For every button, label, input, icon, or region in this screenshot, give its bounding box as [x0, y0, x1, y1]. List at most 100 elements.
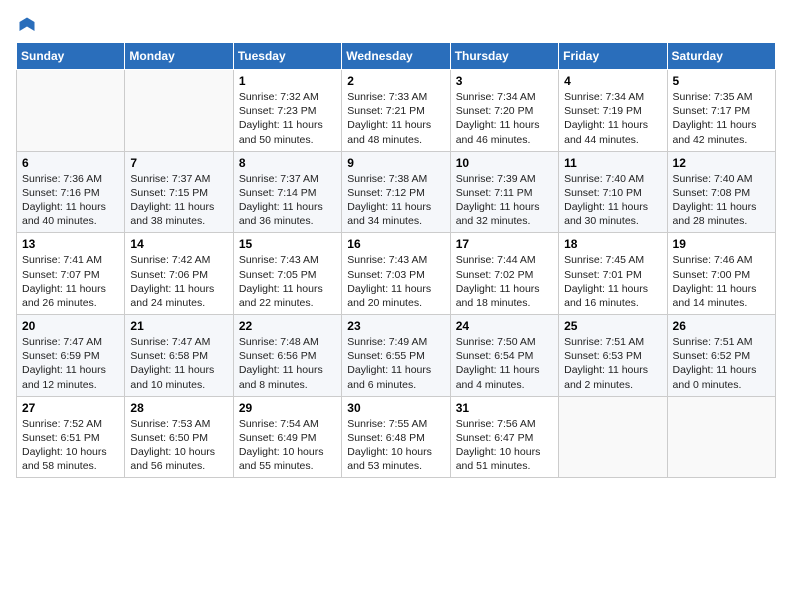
calendar-cell: 6 Sunrise: 7:36 AMSunset: 7:16 PMDaylight…	[17, 151, 125, 233]
day-info: Sunrise: 7:36 AMSunset: 7:16 PMDaylight:…	[22, 172, 119, 229]
day-number: 8	[239, 156, 336, 170]
calendar-header: SundayMondayTuesdayWednesdayThursdayFrid…	[17, 43, 776, 70]
day-number: 10	[456, 156, 553, 170]
day-info: Sunrise: 7:43 AMSunset: 7:05 PMDaylight:…	[239, 253, 336, 310]
day-info: Sunrise: 7:34 AMSunset: 7:19 PMDaylight:…	[564, 90, 661, 147]
day-number: 20	[22, 319, 119, 333]
week-row-2: 6 Sunrise: 7:36 AMSunset: 7:16 PMDaylight…	[17, 151, 776, 233]
calendar-cell: 24 Sunrise: 7:50 AMSunset: 6:54 PMDayligh…	[450, 315, 558, 397]
day-number: 5	[673, 74, 770, 88]
day-info: Sunrise: 7:44 AMSunset: 7:02 PMDaylight:…	[456, 253, 553, 310]
day-info: Sunrise: 7:45 AMSunset: 7:01 PMDaylight:…	[564, 253, 661, 310]
day-info: Sunrise: 7:46 AMSunset: 7:00 PMDaylight:…	[673, 253, 770, 310]
calendar-cell: 9Sunrise: 7:38 AMSunset: 7:12 PMDaylight…	[342, 151, 450, 233]
header-day-monday: Monday	[125, 43, 233, 70]
day-number: 22	[239, 319, 336, 333]
week-row-1: 1 Sunrise: 7:32 AMSunset: 7:23 PMDaylight…	[17, 70, 776, 152]
day-info: Sunrise: 7:56 AMSunset: 6:47 PMDaylight:…	[456, 417, 553, 474]
day-number: 29	[239, 401, 336, 415]
day-info: Sunrise: 7:51 AMSunset: 6:53 PMDaylight:…	[564, 335, 661, 392]
day-info: Sunrise: 7:33 AMSunset: 7:21 PMDaylight:…	[347, 90, 444, 147]
calendar-cell: 18Sunrise: 7:45 AMSunset: 7:01 PMDayligh…	[559, 233, 667, 315]
day-info: Sunrise: 7:37 AMSunset: 7:14 PMDaylight:…	[239, 172, 336, 229]
header-day-thursday: Thursday	[450, 43, 558, 70]
calendar-cell: 4 Sunrise: 7:34 AMSunset: 7:19 PMDaylight…	[559, 70, 667, 152]
week-row-4: 20 Sunrise: 7:47 AMSunset: 6:59 PMDayligh…	[17, 315, 776, 397]
calendar-cell: 15 Sunrise: 7:43 AMSunset: 7:05 PMDayligh…	[233, 233, 341, 315]
calendar-cell: 2 Sunrise: 7:33 AMSunset: 7:21 PMDaylight…	[342, 70, 450, 152]
day-info: Sunrise: 7:32 AMSunset: 7:23 PMDaylight:…	[239, 90, 336, 147]
day-info: Sunrise: 7:43 AMSunset: 7:03 PMDaylight:…	[347, 253, 444, 310]
logo-icon	[18, 16, 36, 34]
day-number: 24	[456, 319, 553, 333]
calendar-table: SundayMondayTuesdayWednesdayThursdayFrid…	[16, 42, 776, 478]
day-info: Sunrise: 7:51 AMSunset: 6:52 PMDaylight:…	[673, 335, 770, 392]
calendar-cell: 5 Sunrise: 7:35 AMSunset: 7:17 PMDaylight…	[667, 70, 775, 152]
header-row: SundayMondayTuesdayWednesdayThursdayFrid…	[17, 43, 776, 70]
day-info: Sunrise: 7:50 AMSunset: 6:54 PMDaylight:…	[456, 335, 553, 392]
calendar-cell: 8 Sunrise: 7:37 AMSunset: 7:14 PMDaylight…	[233, 151, 341, 233]
header	[16, 10, 776, 34]
day-number: 1	[239, 74, 336, 88]
day-number: 27	[22, 401, 119, 415]
week-row-5: 27Sunrise: 7:52 AMSunset: 6:51 PMDayligh…	[17, 396, 776, 478]
day-number: 4	[564, 74, 661, 88]
calendar-cell: 30 Sunrise: 7:55 AMSunset: 6:48 PMDayligh…	[342, 396, 450, 478]
day-number: 12	[673, 156, 770, 170]
day-info: Sunrise: 7:47 AMSunset: 6:58 PMDaylight:…	[130, 335, 227, 392]
calendar-cell: 13 Sunrise: 7:41 AMSunset: 7:07 PMDayligh…	[17, 233, 125, 315]
day-number: 25	[564, 319, 661, 333]
day-info: Sunrise: 7:38 AMSunset: 7:12 PMDaylight:…	[347, 172, 444, 229]
day-info: Sunrise: 7:41 AMSunset: 7:07 PMDaylight:…	[22, 253, 119, 310]
day-info: Sunrise: 7:40 AMSunset: 7:08 PMDaylight:…	[673, 172, 770, 229]
calendar-cell: 3 Sunrise: 7:34 AMSunset: 7:20 PMDaylight…	[450, 70, 558, 152]
day-number: 14	[130, 237, 227, 251]
calendar-cell: 10 Sunrise: 7:39 AMSunset: 7:11 PMDayligh…	[450, 151, 558, 233]
day-number: 26	[673, 319, 770, 333]
day-info: Sunrise: 7:40 AMSunset: 7:10 PMDaylight:…	[564, 172, 661, 229]
day-number: 13	[22, 237, 119, 251]
day-info: Sunrise: 7:54 AMSunset: 6:49 PMDaylight:…	[239, 417, 336, 474]
day-number: 19	[673, 237, 770, 251]
header-day-tuesday: Tuesday	[233, 43, 341, 70]
calendar-cell: 26 Sunrise: 7:51 AMSunset: 6:52 PMDayligh…	[667, 315, 775, 397]
calendar-cell: 17Sunrise: 7:44 AMSunset: 7:02 PMDayligh…	[450, 233, 558, 315]
calendar-cell: 28 Sunrise: 7:53 AMSunset: 6:50 PMDayligh…	[125, 396, 233, 478]
page: SundayMondayTuesdayWednesdayThursdayFrid…	[0, 0, 792, 612]
week-row-3: 13 Sunrise: 7:41 AMSunset: 7:07 PMDayligh…	[17, 233, 776, 315]
day-number: 6	[22, 156, 119, 170]
day-info: Sunrise: 7:35 AMSunset: 7:17 PMDaylight:…	[673, 90, 770, 147]
calendar-cell: 29 Sunrise: 7:54 AMSunset: 6:49 PMDayligh…	[233, 396, 341, 478]
calendar-cell: 31 Sunrise: 7:56 AMSunset: 6:47 PMDayligh…	[450, 396, 558, 478]
header-day-friday: Friday	[559, 43, 667, 70]
calendar-cell: 27Sunrise: 7:52 AMSunset: 6:51 PMDayligh…	[17, 396, 125, 478]
day-number: 23	[347, 319, 444, 333]
calendar-cell: 20 Sunrise: 7:47 AMSunset: 6:59 PMDayligh…	[17, 315, 125, 397]
day-number: 2	[347, 74, 444, 88]
calendar-cell: 21 Sunrise: 7:47 AMSunset: 6:58 PMDayligh…	[125, 315, 233, 397]
day-number: 30	[347, 401, 444, 415]
day-number: 31	[456, 401, 553, 415]
header-day-wednesday: Wednesday	[342, 43, 450, 70]
day-info: Sunrise: 7:49 AMSunset: 6:55 PMDaylight:…	[347, 335, 444, 392]
day-info: Sunrise: 7:39 AMSunset: 7:11 PMDaylight:…	[456, 172, 553, 229]
day-number: 28	[130, 401, 227, 415]
calendar-cell: 16Sunrise: 7:43 AMSunset: 7:03 PMDayligh…	[342, 233, 450, 315]
day-info: Sunrise: 7:47 AMSunset: 6:59 PMDaylight:…	[22, 335, 119, 392]
header-day-saturday: Saturday	[667, 43, 775, 70]
day-info: Sunrise: 7:53 AMSunset: 6:50 PMDaylight:…	[130, 417, 227, 474]
day-number: 3	[456, 74, 553, 88]
calendar-cell: 11Sunrise: 7:40 AMSunset: 7:10 PMDayligh…	[559, 151, 667, 233]
calendar-cell: 14Sunrise: 7:42 AMSunset: 7:06 PMDayligh…	[125, 233, 233, 315]
day-number: 15	[239, 237, 336, 251]
calendar-cell: 22Sunrise: 7:48 AMSunset: 6:56 PMDayligh…	[233, 315, 341, 397]
calendar-cell: 25 Sunrise: 7:51 AMSunset: 6:53 PMDayligh…	[559, 315, 667, 397]
calendar-cell	[667, 396, 775, 478]
day-number: 21	[130, 319, 227, 333]
calendar-cell: 19 Sunrise: 7:46 AMSunset: 7:00 PMDayligh…	[667, 233, 775, 315]
calendar-cell: 12 Sunrise: 7:40 AMSunset: 7:08 PMDayligh…	[667, 151, 775, 233]
logo	[16, 10, 36, 34]
day-info: Sunrise: 7:34 AMSunset: 7:20 PMDaylight:…	[456, 90, 553, 147]
calendar-cell	[17, 70, 125, 152]
day-info: Sunrise: 7:55 AMSunset: 6:48 PMDaylight:…	[347, 417, 444, 474]
